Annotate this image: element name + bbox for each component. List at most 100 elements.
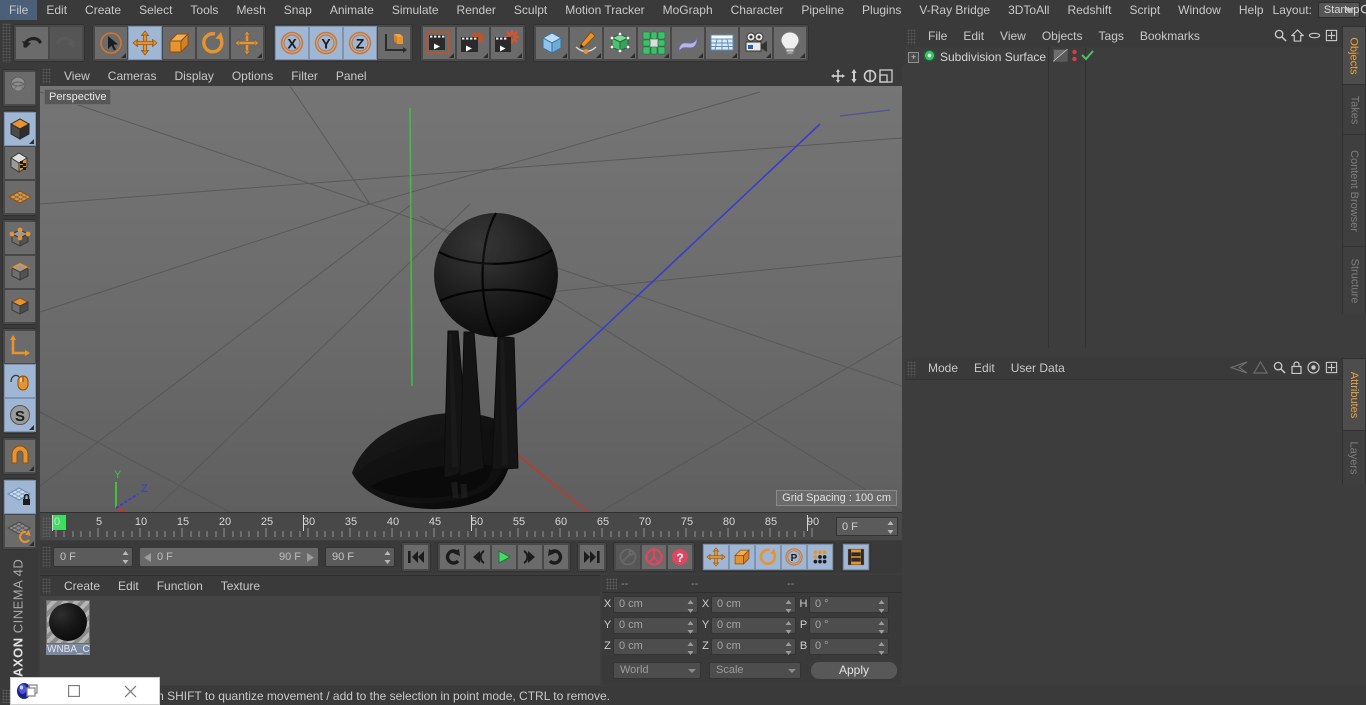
menu-sculpt[interactable]: Sculpt xyxy=(505,0,556,20)
position-z-field[interactable]: 0 cm xyxy=(613,637,698,655)
vtab-content-browser[interactable]: Content Browser xyxy=(1342,134,1366,246)
menu-plugins[interactable]: Plugins xyxy=(853,0,910,20)
playbar-grip[interactable] xyxy=(42,546,51,568)
stepper-icon[interactable] xyxy=(785,620,792,634)
menu-help[interactable]: Help xyxy=(1230,0,1273,20)
attribute-menu-mode[interactable]: Mode xyxy=(920,358,966,379)
workplane-align-button[interactable] xyxy=(4,514,36,548)
dots-tag[interactable] xyxy=(1071,49,1078,65)
step-back-button[interactable] xyxy=(465,544,491,570)
axis-x-button[interactable]: X xyxy=(275,26,309,60)
autokeying-button[interactable] xyxy=(641,544,667,570)
range-left-icon[interactable] xyxy=(144,552,153,562)
material-manager-grip[interactable] xyxy=(42,578,51,594)
viewport-menu-filter[interactable]: Filter xyxy=(282,66,327,86)
stepper-icon[interactable] xyxy=(878,620,885,634)
object-menu-edit[interactable]: Edit xyxy=(955,26,992,47)
object-menu-bookmarks[interactable]: Bookmarks xyxy=(1132,26,1208,47)
viewport-solo-button[interactable] xyxy=(4,364,36,398)
stepper-icon[interactable] xyxy=(785,599,792,613)
menu-mograph[interactable]: MoGraph xyxy=(654,0,722,20)
record-active-objects-button[interactable] xyxy=(615,544,641,570)
history-back-icon[interactable] xyxy=(1229,360,1248,377)
range-right-icon[interactable] xyxy=(305,552,314,562)
position-key-button[interactable] xyxy=(703,544,729,570)
toolbar-grip[interactable] xyxy=(2,23,11,63)
live-selection-button[interactable] xyxy=(94,26,128,60)
transform-mode-select[interactable]: Scale xyxy=(709,661,801,679)
viewport-menu-display[interactable]: Display xyxy=(165,66,222,86)
size-x-field[interactable]: 0 cm xyxy=(711,595,796,613)
object-menu-tags[interactable]: Tags xyxy=(1091,26,1132,47)
ellipse-icon[interactable] xyxy=(1308,29,1321,45)
stepper-icon[interactable] xyxy=(384,551,391,564)
rotation-p-field[interactable]: 0 ° xyxy=(809,616,889,634)
polygon-grid-button[interactable] xyxy=(4,180,36,214)
edges-mode-button[interactable] xyxy=(4,255,36,289)
vtab-structure[interactable]: Structure xyxy=(1342,246,1366,314)
menu-mesh[interactable]: Mesh xyxy=(227,0,274,20)
menu-redshift[interactable]: Redshift xyxy=(1058,0,1120,20)
material-menu-edit[interactable]: Edit xyxy=(109,576,148,596)
material-menu-function[interactable]: Function xyxy=(148,576,212,596)
maximize-view-icon[interactable] xyxy=(878,68,894,84)
object-manager-tree[interactable]: + Subdivision Surface xyxy=(905,47,1342,348)
position-y-field[interactable]: 0 cm xyxy=(613,616,698,634)
stepper-icon[interactable] xyxy=(878,599,885,613)
menu-script[interactable]: Script xyxy=(1120,0,1169,20)
polygons-mode-button[interactable] xyxy=(4,289,36,323)
step-forward-button[interactable] xyxy=(517,544,543,570)
stepper-icon[interactable] xyxy=(878,641,885,655)
new-panel-icon[interactable] xyxy=(1325,361,1338,377)
move-tool-button[interactable] xyxy=(128,26,162,60)
search-icon[interactable] xyxy=(1360,0,1366,20)
material-thumbnail[interactable] xyxy=(46,600,90,644)
menu-edit[interactable]: Edit xyxy=(37,0,76,20)
redo-button[interactable] xyxy=(49,26,83,60)
target-icon[interactable] xyxy=(1307,360,1320,377)
menu-render[interactable]: Render xyxy=(448,0,505,20)
axis-y-button[interactable]: Y xyxy=(309,26,343,60)
axis-z-button[interactable]: Z xyxy=(343,26,377,60)
coordinates-grip[interactable] xyxy=(606,577,617,590)
perspective-viewport[interactable]: Perspective Y Z Grid Spacing: 100 cm xyxy=(40,86,902,512)
viewport-menu-view[interactable]: View xyxy=(55,66,99,86)
add-light-button[interactable] xyxy=(773,26,807,60)
go-to-end-button[interactable] xyxy=(579,544,605,570)
parameter-key-button[interactable]: P xyxy=(781,544,807,570)
search-icon[interactable] xyxy=(1274,29,1287,45)
texture-mode-button[interactable] xyxy=(4,146,36,180)
object-menu-file[interactable]: File xyxy=(920,26,955,47)
attribute-manager-grip[interactable] xyxy=(907,360,916,377)
lock-icon[interactable] xyxy=(1291,360,1302,377)
axis-mode-button[interactable] xyxy=(4,330,36,364)
material-menu-create[interactable]: Create xyxy=(55,576,109,596)
material-item[interactable]: WNBA_C xyxy=(46,600,90,655)
stepper-icon[interactable] xyxy=(687,641,694,655)
attribute-menu-user-data[interactable]: User Data xyxy=(1003,358,1073,379)
timeline-grip[interactable] xyxy=(42,517,51,537)
search-icon[interactable] xyxy=(1273,361,1286,377)
history-forward-icon[interactable] xyxy=(1252,360,1269,377)
stepper-icon[interactable] xyxy=(887,521,894,534)
play-backwards-button[interactable] xyxy=(439,544,465,570)
render-settings-button[interactable] xyxy=(490,26,524,60)
timeline-ruler[interactable]: 0 5 10 15 20 25 30 35 40 45 50 55 60 65 … xyxy=(52,513,830,541)
stepper-icon[interactable] xyxy=(687,599,694,613)
menu-snap[interactable]: Snap xyxy=(275,0,321,20)
menu-simulate[interactable]: Simulate xyxy=(383,0,448,20)
scale-key-button[interactable] xyxy=(729,544,755,570)
layout-select[interactable]: Startup xyxy=(1317,2,1361,18)
apply-button[interactable]: Apply xyxy=(810,660,898,680)
menu-select[interactable]: Select xyxy=(130,0,181,20)
render-view-button[interactable] xyxy=(422,26,456,60)
menu-character[interactable]: Character xyxy=(722,0,793,20)
model-mode-button[interactable] xyxy=(4,112,36,146)
points-mode-button[interactable] xyxy=(4,221,36,255)
go-to-start-button[interactable] xyxy=(403,544,429,570)
workplane-button[interactable] xyxy=(4,439,36,473)
rotation-key-button[interactable] xyxy=(755,544,781,570)
menu-window[interactable]: Window xyxy=(1169,0,1230,20)
menu-create[interactable]: Create xyxy=(76,0,130,20)
attribute-manager-body[interactable] xyxy=(905,379,1342,705)
